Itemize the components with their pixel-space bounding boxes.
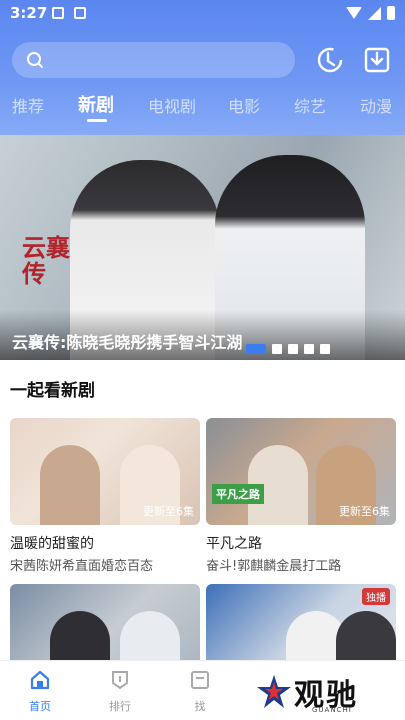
app-notification-icon xyxy=(74,7,86,19)
drama-description: 奋斗!郭麒麟金晨打工路 xyxy=(206,559,342,574)
carousel-indicator xyxy=(246,344,330,354)
carousel-dot[interactable] xyxy=(304,344,314,354)
star-logo-icon xyxy=(257,675,291,708)
drama-thumbnail[interactable]: 平凡之路 更新至6集 xyxy=(206,418,396,525)
exclusive-tag: 独播 xyxy=(362,588,390,605)
home-icon xyxy=(30,670,50,690)
nav-rank-label: 排行 xyxy=(109,700,131,713)
history-icon[interactable] xyxy=(314,44,346,76)
tab-movie[interactable]: 电影 xyxy=(228,93,260,117)
carousel-dot[interactable] xyxy=(320,344,330,354)
status-bar: 3:27 xyxy=(0,0,405,28)
carousel-dot-active[interactable] xyxy=(246,344,266,354)
carousel-dot[interactable] xyxy=(272,344,282,354)
nav-home[interactable]: 首页 xyxy=(10,669,70,714)
search-icon xyxy=(27,52,43,68)
banner-caption: 云襄传:陈晓毛晓彤携手智斗江湖 xyxy=(12,333,243,352)
status-time: 3:27 xyxy=(10,4,48,22)
app-header: 3:27 推荐 新剧 电视剧 电影 综艺 动漫 xyxy=(0,0,405,135)
episode-badge: 更新至6集 xyxy=(143,505,194,518)
nav-rank[interactable]: 排行 xyxy=(90,669,150,714)
tab-anime[interactable]: 动漫 xyxy=(360,93,392,117)
rank-icon xyxy=(112,671,128,690)
wifi-icon xyxy=(346,7,362,19)
drama-title: 温暖的甜蜜的 xyxy=(10,536,94,552)
category-tabs: 推荐 新剧 电视剧 电影 综艺 动漫 xyxy=(0,88,405,124)
watermark-logo: 观驰 GUANCHI xyxy=(250,668,400,718)
banner-title-seal: 云襄传 xyxy=(22,233,70,288)
watermark-subtitle: GUANCHI xyxy=(312,706,352,714)
carousel-dot[interactable] xyxy=(288,344,298,354)
find-icon xyxy=(191,671,209,689)
section-title: 一起看新剧 xyxy=(10,381,95,401)
tab-new-drama[interactable]: 新剧 xyxy=(78,91,114,117)
drama-title: 平凡之路 xyxy=(206,536,262,552)
nav-find-label: 找 xyxy=(194,700,206,713)
search-input[interactable] xyxy=(12,42,295,78)
status-indicators xyxy=(346,6,395,20)
drama-thumbnail[interactable]: 更新至6集 xyxy=(10,418,200,525)
nav-home-label: 首页 xyxy=(29,700,51,713)
gallery-notification-icon xyxy=(52,7,64,19)
hero-banner[interactable]: 云襄传 云襄传:陈晓毛晓彤携手智斗江湖 xyxy=(0,135,405,360)
signal-icon xyxy=(368,6,381,20)
tab-recommend[interactable]: 推荐 xyxy=(12,93,44,117)
nav-find[interactable]: 找 xyxy=(170,669,230,714)
episode-badge: 更新至6集 xyxy=(339,505,390,518)
tab-tv-series[interactable]: 电视剧 xyxy=(148,93,196,117)
active-tab-indicator xyxy=(87,119,107,122)
battery-icon xyxy=(387,6,395,20)
download-icon[interactable] xyxy=(361,44,393,76)
drama-description: 宋茜陈妍希直面婚恋百态 xyxy=(10,559,154,574)
show-logo-tag: 平凡之路 xyxy=(212,484,264,504)
tab-variety[interactable]: 综艺 xyxy=(294,93,326,117)
thumb-person xyxy=(40,445,100,525)
